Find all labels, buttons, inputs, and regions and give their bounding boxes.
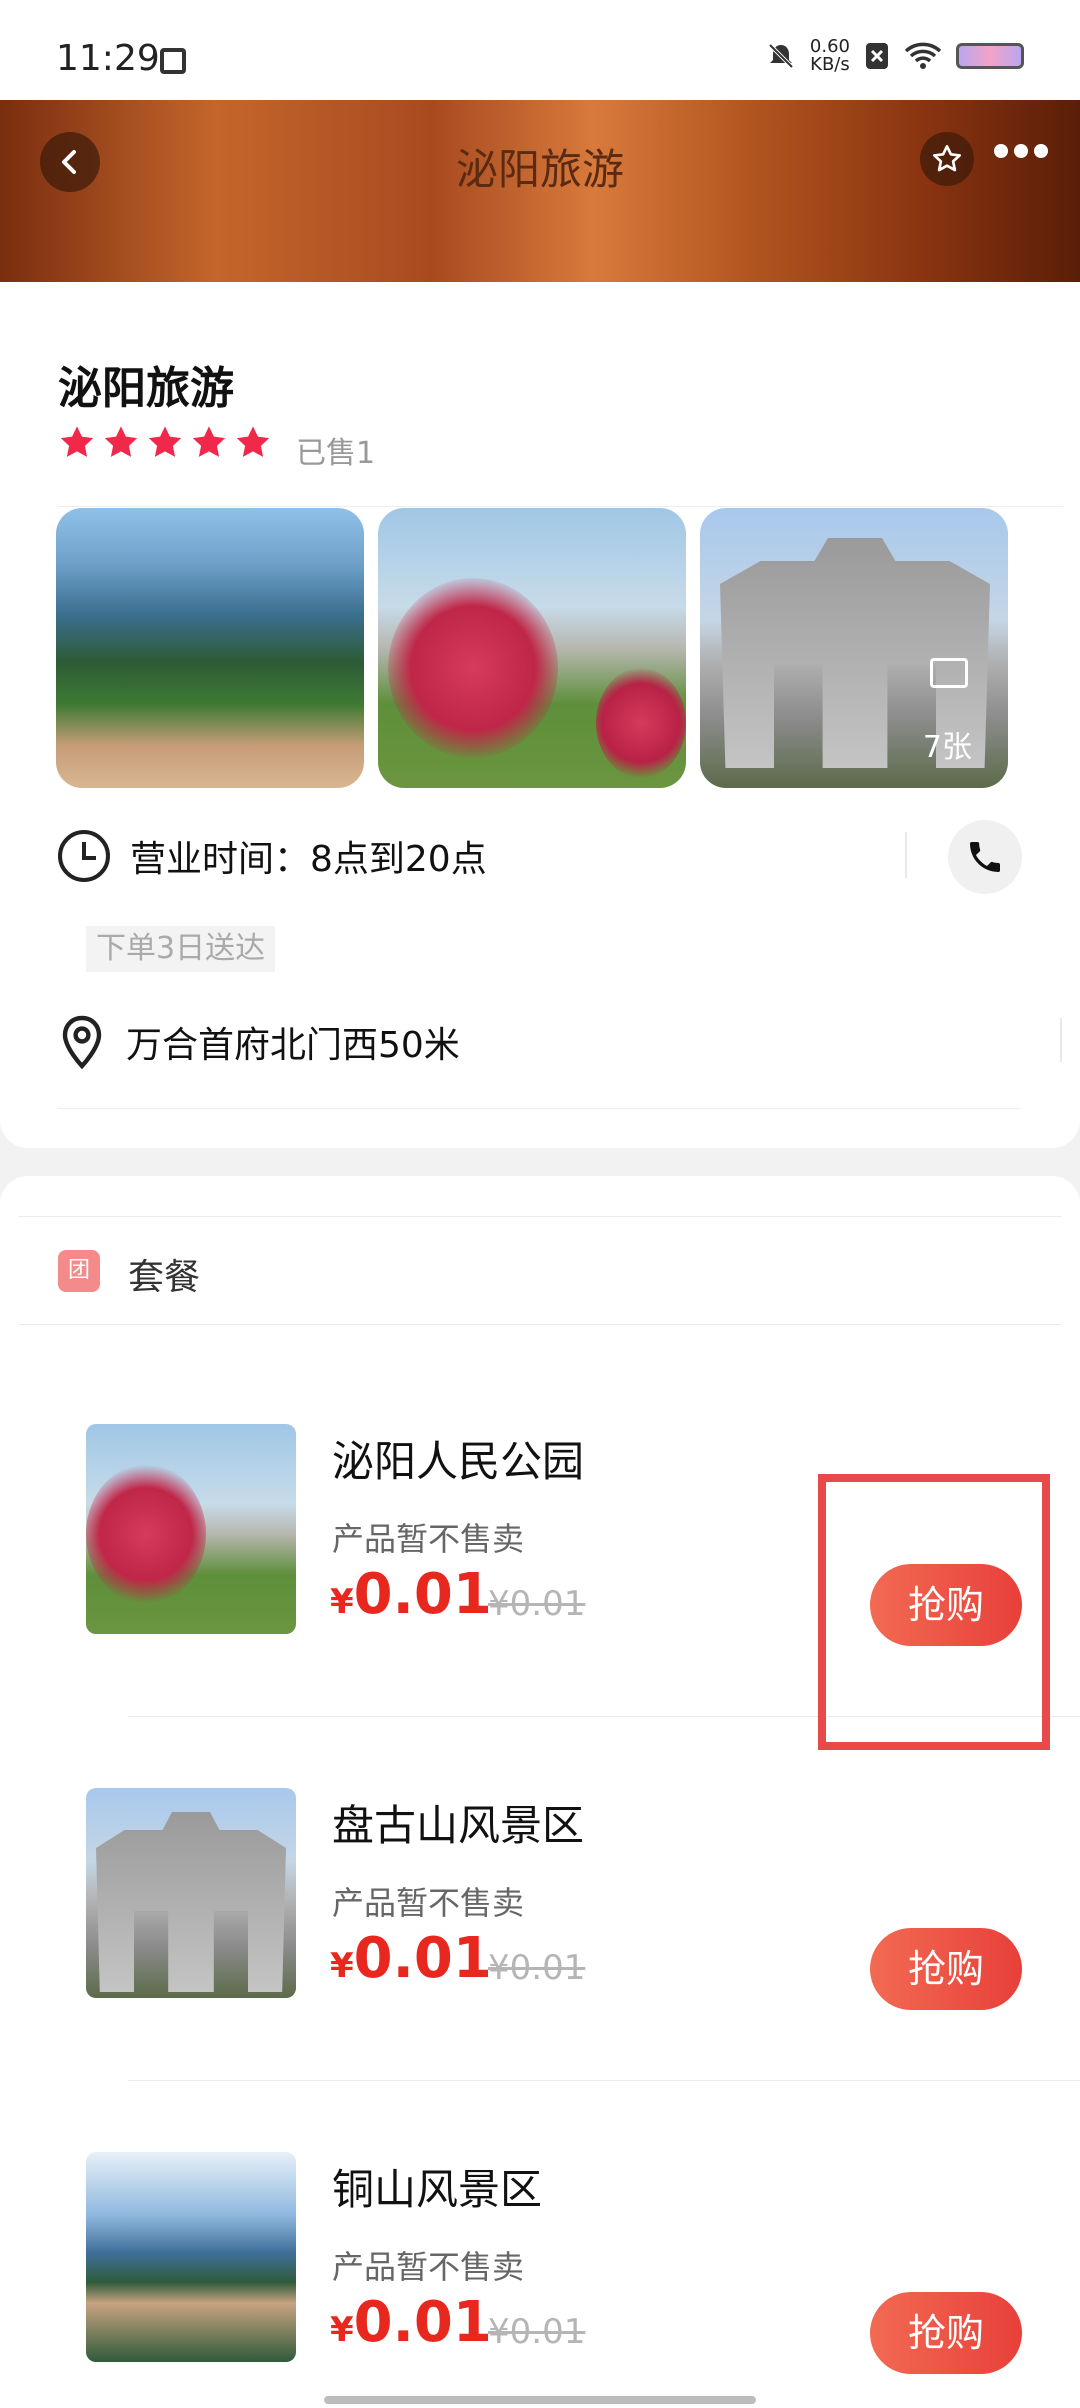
page-title: 泌阳旅游 — [455, 145, 624, 194]
highlight-box — [818, 1474, 1050, 1750]
photo-detail — [86, 1464, 206, 1604]
photo-detail — [388, 578, 558, 758]
network-speed: 0.60 KB/s — [810, 38, 850, 74]
calendar-icon — [160, 48, 186, 74]
original-price: ¥0.01 — [488, 1584, 586, 1624]
price-value: 0.01 — [353, 2290, 492, 2355]
call-button[interactable] — [948, 820, 1022, 894]
price-value: 0.01 — [353, 1926, 492, 1991]
divider — [58, 506, 1063, 507]
divider — [18, 1324, 1062, 1325]
clock-icon — [58, 830, 110, 882]
price-value: 0.01 — [353, 1562, 492, 1627]
photo-count: 7张 — [922, 730, 972, 765]
package-status: 产品暂不售卖 — [332, 1520, 525, 1558]
currency-symbol: ¥ — [330, 1946, 354, 1986]
phone-icon — [970, 842, 1000, 872]
group-buy-badge: 团 — [58, 1250, 100, 1292]
package-name: 盘古山风景区 — [332, 1801, 585, 1850]
sim-off-icon — [866, 43, 888, 69]
mute-bell-icon — [768, 43, 794, 69]
address-row[interactable]: 万合首府北门西50米 — [58, 1012, 460, 1072]
status-time: 11:29 — [56, 38, 160, 79]
photo-detail — [96, 1812, 286, 1992]
more-button[interactable] — [994, 144, 1048, 158]
business-hours: 营业时间：8点到20点 — [130, 839, 487, 880]
buy-button[interactable]: 抢购 — [870, 1928, 1022, 2010]
delivery-tag: 下单3日送达 — [86, 926, 276, 972]
more-dot-icon — [1014, 144, 1028, 158]
status-bar: 11:29 0.60 KB/s — [0, 0, 1080, 100]
shop-address: 万合首府北门西50米 — [126, 1025, 460, 1066]
star-filled-icon — [192, 426, 226, 457]
package-price: ¥0.01 — [330, 1926, 492, 1991]
currency-symbol: ¥ — [330, 2310, 354, 2350]
rating-stars — [58, 424, 272, 462]
star-filled-icon — [148, 426, 182, 457]
package-name: 铜山风景区 — [332, 2165, 543, 2214]
package-thumbnail — [86, 1424, 296, 1634]
package-name: 泌阳人民公园 — [332, 1437, 585, 1486]
original-price: ¥0.01 — [488, 1948, 586, 1988]
star-filled-icon — [104, 426, 138, 457]
divider — [18, 1216, 1062, 1217]
more-dot-icon — [1034, 144, 1048, 158]
status-icons: 0.60 KB/s — [766, 38, 1024, 74]
business-hours-row: 营业时间：8点到20点 — [58, 826, 487, 886]
shop-photo[interactable] — [56, 508, 364, 788]
sold-count: 已售1 — [296, 436, 376, 471]
home-indicator[interactable] — [324, 2396, 756, 2404]
original-price: ¥0.01 — [488, 2312, 586, 2352]
star-filled-icon — [60, 426, 94, 457]
package-status: 产品暂不售卖 — [332, 1884, 525, 1922]
divider — [1060, 1018, 1062, 1062]
package-status: 产品暂不售卖 — [332, 2248, 525, 2286]
package-thumbnail — [86, 1788, 296, 1998]
gallery-icon — [930, 658, 968, 688]
speed-unit: KB/s — [810, 54, 850, 75]
wifi-icon — [904, 42, 942, 69]
buy-button[interactable]: 抢购 — [870, 2292, 1022, 2374]
star-filled-icon — [236, 426, 270, 457]
header-banner: 泌阳旅游 — [0, 100, 1080, 282]
package-item[interactable]: 盘古山风景区 产品暂不售卖 ¥0.01 ¥0.01 抢购 — [0, 1788, 1080, 2018]
package-price: ¥0.01 — [330, 1562, 492, 1627]
photo-detail — [596, 668, 686, 778]
shop-photo-gallery[interactable]: 7张 — [700, 508, 1008, 788]
favorite-button[interactable] — [920, 132, 974, 186]
star-outline-icon — [933, 145, 961, 172]
shop-name: 泌阳旅游 — [58, 363, 234, 414]
packages-title: 套餐 — [128, 1257, 201, 1298]
divider — [58, 1108, 1020, 1109]
more-dot-icon — [994, 144, 1008, 158]
package-price: ¥0.01 — [330, 2290, 492, 2355]
battery-icon — [956, 43, 1024, 69]
divider — [905, 832, 907, 878]
package-thumbnail — [86, 2152, 296, 2362]
location-pin-icon — [62, 1015, 102, 1070]
shop-photo[interactable] — [378, 508, 686, 788]
package-item[interactable]: 铜山风景区 产品暂不售卖 ¥0.01 ¥0.01 抢购 — [0, 2152, 1080, 2382]
divider — [128, 2080, 1080, 2081]
currency-symbol: ¥ — [330, 1582, 354, 1622]
